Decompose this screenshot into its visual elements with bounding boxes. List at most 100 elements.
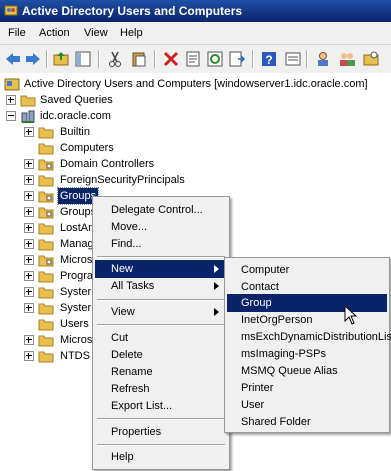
tree-node-label: Micros xyxy=(60,254,93,266)
mouse-cursor-icon xyxy=(344,305,358,325)
submenu-arrow-icon xyxy=(214,265,219,273)
folder-icon xyxy=(38,239,54,251)
tree-node-label: ForeignSecurityPrincipals xyxy=(60,174,185,186)
folder-icon xyxy=(38,175,54,187)
expand-plus-icon[interactable] xyxy=(24,159,34,169)
back-arrow-icon[interactable] xyxy=(4,50,22,68)
expand-plus-icon[interactable] xyxy=(24,207,34,217)
expand-plus-icon[interactable] xyxy=(24,255,34,265)
menu-action[interactable]: Action xyxy=(39,27,70,39)
ou-folder-icon xyxy=(38,255,54,267)
help-icon[interactable]: ? xyxy=(260,50,278,68)
submenu-item-inetorgperson[interactable]: InetOrgPerson xyxy=(227,311,387,329)
context-menu: Delegate Control... Move... Find... New … xyxy=(92,196,230,470)
menu-item-refresh[interactable]: Refresh xyxy=(95,380,227,398)
toolbar-separator xyxy=(154,50,156,68)
ad-users-app-icon xyxy=(4,5,18,16)
new-group-icon[interactable] xyxy=(338,50,356,68)
cut-icon[interactable] xyxy=(106,50,124,68)
folder-icon xyxy=(38,351,54,363)
menu-item-rename[interactable]: Rename xyxy=(95,363,227,381)
ad-users-icon xyxy=(4,78,20,91)
ou-folder-icon xyxy=(38,159,54,171)
submenu-item-msimaging-psps[interactable]: msImaging-PSPs xyxy=(227,345,387,363)
toolbar-separator xyxy=(306,50,308,68)
expand-plus-icon[interactable] xyxy=(24,127,34,137)
submenu-item-printer[interactable]: Printer xyxy=(227,379,387,397)
tree-node-label: Users xyxy=(60,318,89,330)
menu-item-move[interactable]: Move... xyxy=(95,218,227,236)
forward-arrow-icon[interactable] xyxy=(24,50,42,68)
paste-icon[interactable] xyxy=(130,50,148,68)
folder-icon xyxy=(38,127,54,139)
collapse-minus-icon[interactable] xyxy=(6,111,16,121)
new-ou-icon[interactable] xyxy=(362,50,380,68)
tree-node-label: Computers xyxy=(60,142,114,154)
tree-node-label: Manag xyxy=(60,238,94,250)
folder-icon xyxy=(20,95,36,107)
menu-separator xyxy=(97,418,225,420)
submenu-item-user[interactable]: User xyxy=(227,396,387,414)
menu-item-delegate-control[interactable]: Delegate Control... xyxy=(95,201,227,219)
toolbar-separator xyxy=(46,50,48,68)
tree-node-label: LostAn xyxy=(60,222,95,234)
title-bar: Active Directory Users and Computers xyxy=(0,0,391,22)
menu-item-cut[interactable]: Cut xyxy=(95,329,227,347)
delete-icon[interactable] xyxy=(162,50,180,68)
tree-node-label: Builtin xyxy=(60,126,90,138)
tree-node-label: Saved Queries xyxy=(40,94,113,106)
menu-separator xyxy=(97,444,225,446)
menu-item-properties[interactable]: Properties xyxy=(95,423,227,441)
menu-bar: File Action View Help xyxy=(0,22,391,44)
folder-icon xyxy=(38,143,54,155)
details-view-icon[interactable] xyxy=(284,50,302,68)
tree-node-label: Syster xyxy=(60,286,92,298)
menu-item-view[interactable]: View xyxy=(95,303,227,321)
expand-plus-icon[interactable] xyxy=(24,271,34,281)
domain-icon xyxy=(21,110,35,123)
tree-node-label: Domain Controllers xyxy=(60,158,155,170)
submenu-arrow-icon xyxy=(214,308,219,316)
properties-icon[interactable] xyxy=(184,50,202,68)
menu-separator xyxy=(97,256,225,258)
show-hide-tree-icon[interactable] xyxy=(74,50,92,68)
submenu-item-group[interactable]: Group xyxy=(227,294,387,312)
window-title: Active Directory Users and Computers xyxy=(22,4,243,18)
toolbar: ? xyxy=(0,44,391,74)
tree-node-label: Micros xyxy=(60,334,93,346)
menu-view[interactable]: View xyxy=(84,27,108,39)
folder-icon xyxy=(38,223,54,235)
submenu-item-msmq-queue-alias[interactable]: MSMQ Queue Alias xyxy=(227,362,387,380)
new-user-icon[interactable] xyxy=(314,50,332,68)
svg-text:?: ? xyxy=(265,53,272,67)
export-list-icon[interactable] xyxy=(228,50,246,68)
submenu-item-computer[interactable]: Computer xyxy=(227,261,387,279)
ou-folder-icon xyxy=(38,207,54,219)
menu-item-export-list[interactable]: Export List... xyxy=(95,397,227,415)
submenu-arrow-icon xyxy=(214,282,219,290)
expand-plus-icon[interactable] xyxy=(24,191,34,201)
expand-plus-icon[interactable] xyxy=(24,239,34,249)
new-submenu: Computer Contact Group InetOrgPerson msE… xyxy=(224,257,391,433)
menu-help[interactable]: Help xyxy=(120,27,143,39)
submenu-item-shared-folder[interactable]: Shared Folder xyxy=(227,413,387,431)
menu-item-find[interactable]: Find... xyxy=(95,235,227,253)
up-folder-icon[interactable] xyxy=(52,50,70,68)
submenu-item-msexch-dynamic-distribution-list[interactable]: msExchDynamicDistributionList xyxy=(227,328,391,346)
expand-plus-icon[interactable] xyxy=(24,175,34,185)
expand-plus-icon[interactable] xyxy=(24,351,34,361)
menu-item-all-tasks[interactable]: All Tasks xyxy=(95,277,227,295)
menu-file[interactable]: File xyxy=(8,27,26,39)
expand-plus-icon[interactable] xyxy=(24,223,34,233)
expand-plus-icon[interactable] xyxy=(24,335,34,345)
tree-node-label: Groups xyxy=(60,206,97,218)
expand-plus-icon[interactable] xyxy=(6,95,16,105)
menu-item-help[interactable]: Help xyxy=(95,448,227,466)
menu-item-delete[interactable]: Delete xyxy=(95,346,227,364)
menu-item-new[interactable]: New xyxy=(95,260,227,278)
expand-plus-icon[interactable] xyxy=(24,303,34,313)
folder-icon xyxy=(38,287,54,299)
refresh-icon[interactable] xyxy=(206,50,224,68)
expand-plus-icon[interactable] xyxy=(24,287,34,297)
tree-root-label: Active Directory Users and Computers [wi… xyxy=(24,78,368,90)
